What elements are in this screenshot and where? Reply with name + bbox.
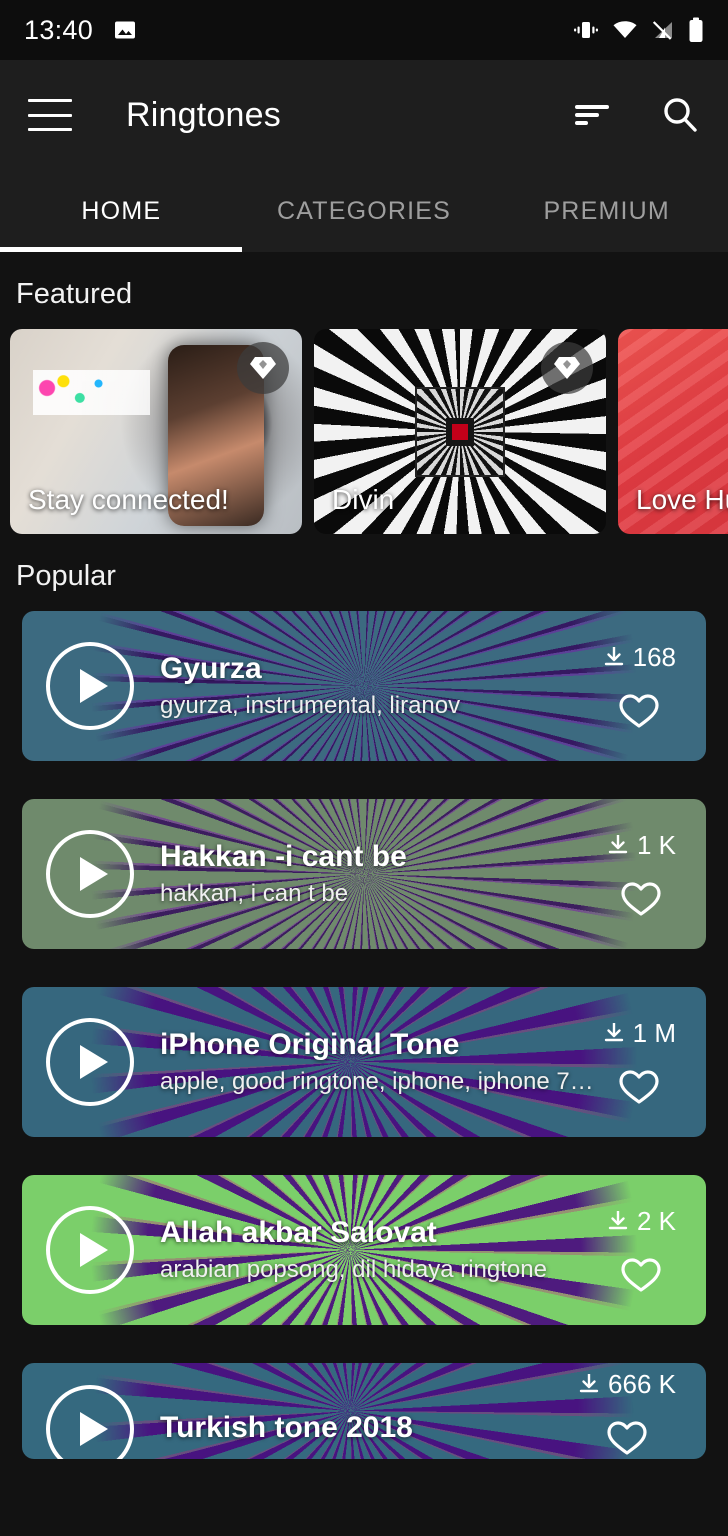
download-icon [604,647,623,666]
list-item[interactable]: iPhone Original Tone apple, good rington… [22,987,706,1137]
favorite-icon[interactable] [617,691,661,731]
play-button[interactable] [46,1206,134,1294]
tab-indicator [0,247,242,252]
ringtone-info: Allah akbar Salovat arabian popsong, dil… [160,1216,547,1284]
status-bar: 13:40 [0,0,728,60]
ringtone-actions: 1 M [603,1018,676,1107]
list-item[interactable]: Hakkan -i cant be hakkan, i can t be 1 K [22,799,706,949]
download-count-value: 168 [632,641,676,672]
hamburger-icon[interactable] [28,99,72,131]
featured-card-label: Love Hu [636,484,728,515]
download-icon [604,1023,623,1042]
play-button[interactable] [46,1018,134,1106]
tab-bar: HOME CATEGORIES PREMIUM [0,170,728,252]
download-icon [579,1374,599,1393]
popular-section-title: Popular [16,560,116,592]
ringtone-info: Hakkan -i cant be hakkan, i can t be [160,840,407,908]
favorite-icon[interactable] [605,1418,649,1458]
ringtone-info: iPhone Original Tone apple, good rington… [160,1028,594,1096]
featured-card[interactable]: Stay connected! [10,329,302,534]
diamond-icon [237,342,289,394]
download-count: 666 K [578,1369,676,1400]
favorite-icon[interactable] [619,1255,663,1295]
play-button[interactable] [46,642,134,730]
app-bar: Ringtones [0,60,728,170]
ringtone-title: Turkish tone 2018 [160,1411,413,1444]
featured-card-label: Stay connected! [28,484,229,515]
ringtone-actions: 168 [603,642,676,731]
ringtone-tags: arabian popsong, dil hidaya ringtone [160,1256,547,1283]
featured-card[interactable]: Love Hu [618,329,728,534]
ringtone-tags: gyurza, instrumental, liranov [160,692,461,719]
featured-card[interactable]: Divin [314,329,606,534]
sort-icon[interactable] [572,98,612,132]
popular-list: Gyurza gyurza, instrumental, liranov 168 [0,611,728,1459]
tab-home[interactable]: HOME [0,170,243,252]
app-screen: 13:40 Ringtones HOME CATEGORIES PREMIUM … [0,0,728,1536]
image-icon [115,21,136,39]
ringtone-title: iPhone Original Tone [160,1028,460,1061]
status-system-icons [573,17,704,43]
ringtone-info: Turkish tone 2018 [160,1411,413,1445]
list-item[interactable]: Allah akbar Salovat arabian popsong, dil… [22,1175,706,1325]
download-icon [608,1211,628,1230]
play-button[interactable] [46,830,134,918]
favorite-icon[interactable] [619,879,663,919]
page-title: Ringtones [126,95,281,134]
featured-section-title: Featured [16,278,133,310]
battery-icon [689,17,703,42]
download-count: 1 K [607,830,676,861]
ringtone-actions: 2 K [607,1206,676,1295]
download-count-value: 1 M [632,1017,676,1048]
ringtone-actions: 1 K [607,830,676,919]
download-count: 168 [603,642,676,673]
download-count-value: 2 K [636,1205,676,1236]
vibrate-icon [574,22,598,38]
tab-categories[interactable]: CATEGORIES [243,170,486,252]
list-item[interactable]: Turkish tone 2018 666 K [22,1363,706,1459]
ringtone-tags: apple, good ringtone, iphone, iphone 7… [160,1068,594,1095]
status-notification-icons [113,18,137,42]
wifi-icon [613,21,637,38]
diamond-icon [541,342,593,394]
favorite-icon[interactable] [617,1067,661,1107]
featured-card-label: Divin [332,484,395,515]
ringtone-actions: 666 K [578,1369,676,1458]
download-count-value: 1 K [636,829,676,860]
download-icon [608,835,628,854]
tab-premium[interactable]: PREMIUM [485,170,728,252]
ringtone-title: Hakkan -i cant be [160,840,407,873]
featured-carousel[interactable]: Stay connected! Divin Love Hu [0,329,728,534]
ringtone-title: Allah akbar Salovat [160,1216,437,1249]
app-bar-actions [572,95,700,135]
download-count: 1 M [603,1018,676,1049]
search-icon[interactable] [660,95,700,135]
status-time: 13:40 [24,14,94,45]
content-scroll[interactable]: Featured Stay connected! Divin Love H Po… [0,252,728,1536]
ringtone-tags: hakkan, i can t be [160,880,349,907]
download-count: 2 K [607,1206,676,1237]
list-item[interactable]: Gyurza gyurza, instrumental, liranov 168 [22,611,706,761]
ringtone-info: Gyurza gyurza, instrumental, liranov [160,652,460,720]
download-count-value: 666 K [608,1368,676,1399]
signal-off-icon [652,21,672,40]
ringtone-title: Gyurza [160,652,262,685]
